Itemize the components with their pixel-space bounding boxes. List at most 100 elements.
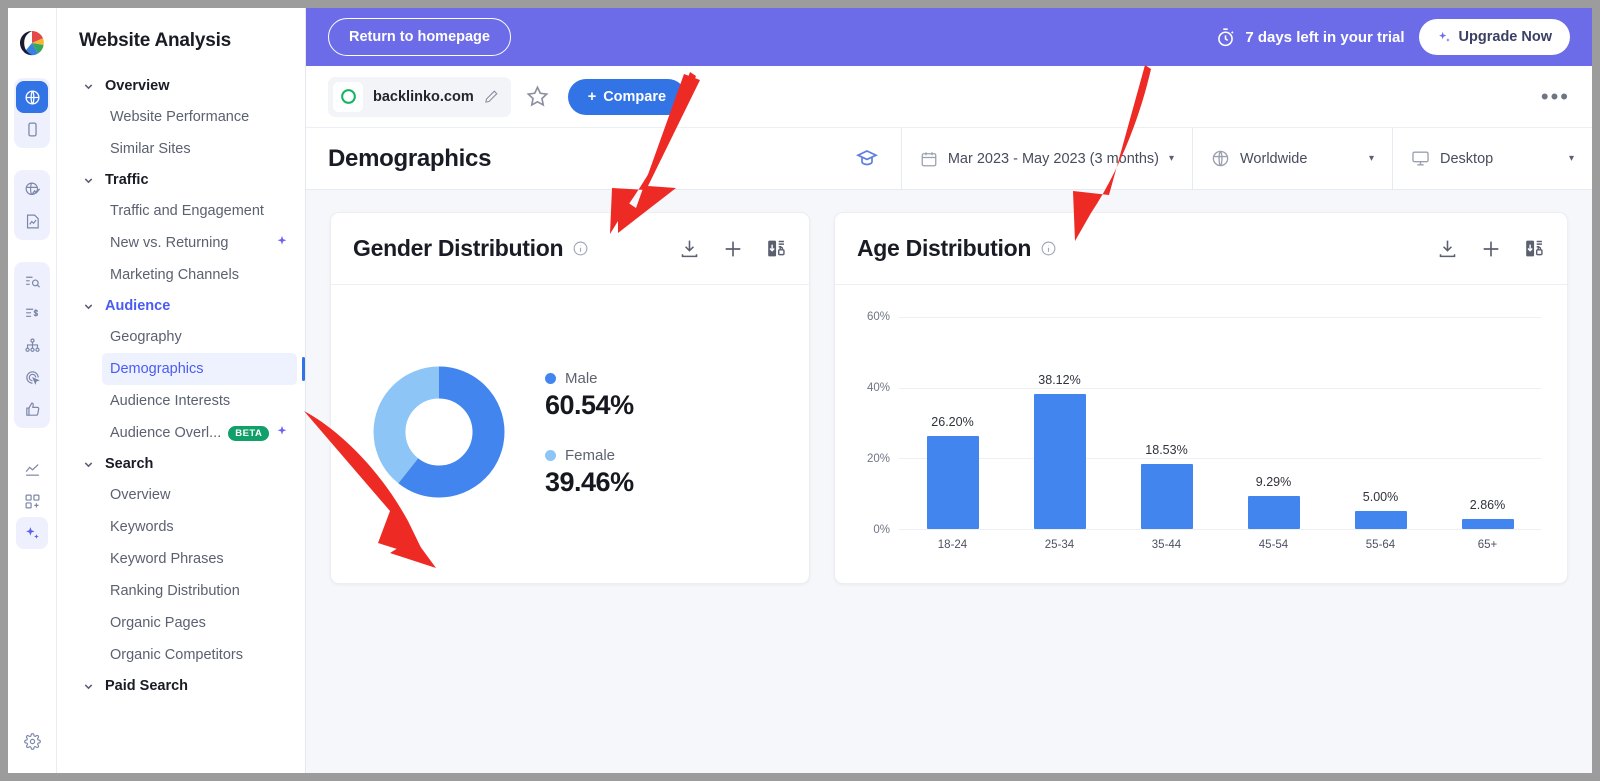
bar-item[interactable]: 38.12% <box>1006 317 1113 529</box>
dashboard-content: Gender Distribution Male 60.54% Female 3… <box>306 190 1592 773</box>
country-filter[interactable]: Worldwide ▾ <box>1192 128 1392 189</box>
sidebar-group-overview[interactable]: Overview <box>57 71 305 101</box>
rail-group-3 <box>14 262 50 428</box>
sidebar-item-label: Geography <box>110 329 182 345</box>
green-circle-favicon <box>333 81 363 112</box>
sidebar-nav-list: Overview Website Performance Similar Sites… <box>57 71 305 701</box>
x-axis-label: 45-54 <box>1258 539 1289 551</box>
download-icon[interactable] <box>679 238 700 259</box>
sidebar-item-marketing-channels[interactable]: Marketing Channels <box>102 259 297 291</box>
mobile-icon[interactable] <box>16 113 48 145</box>
page-toolbar-filters: Mar 2023 - May 2023 (3 months) ▾ Worldwi… <box>833 128 1592 189</box>
sidebar-group-label: Audience <box>105 298 171 314</box>
plus-icon[interactable] <box>1480 238 1502 260</box>
chevron-down-icon <box>83 681 94 692</box>
sidebar-group-traffic[interactable]: Traffic <box>57 165 305 195</box>
bar[interactable] <box>1354 511 1407 529</box>
sidebar-item-organic-competitors[interactable]: Organic Competitors <box>102 639 297 671</box>
sidebar-item-audience-interests[interactable]: Audience Interests <box>102 385 297 417</box>
sidebar-item-keywords[interactable]: Keywords <box>102 511 297 543</box>
sparkle-icon <box>275 425 289 441</box>
sidebar-item-demographics[interactable]: Demographics <box>102 353 305 385</box>
bar-item[interactable]: 18.53% <box>1113 317 1220 529</box>
bar[interactable] <box>926 436 979 529</box>
trial-banner-right: 7 days left in your trial Upgrade Now <box>1215 19 1570 55</box>
trend-line-icon[interactable] <box>16 453 48 485</box>
age-card-title: Age Distribution <box>857 235 1032 261</box>
plus-icon[interactable] <box>722 238 744 260</box>
sidebar-item-similar-sites[interactable]: Similar Sites <box>102 133 297 165</box>
info-circle-icon[interactable] <box>1040 240 1057 257</box>
bar-item[interactable]: 26.20% <box>899 317 1006 529</box>
sidebar: Website Analysis Overview Website Perform… <box>57 8 306 773</box>
active-indicator <box>302 357 305 381</box>
rail-group-1 <box>14 78 50 148</box>
graduation-cap-icon[interactable] <box>833 128 901 189</box>
sidebar-item-label: Marketing Channels <box>110 267 239 283</box>
export-locked-icon[interactable] <box>766 238 787 259</box>
ai-sparkle-icon[interactable] <box>16 517 48 549</box>
pencil-icon[interactable] <box>484 89 499 104</box>
globe-icon[interactable] <box>16 81 48 113</box>
keyword-list-icon[interactable] <box>16 297 48 329</box>
bar[interactable] <box>1247 496 1300 529</box>
page-title: Demographics <box>328 144 492 172</box>
thumbs-up-icon[interactable] <box>16 393 48 425</box>
sidebar-group-audience[interactable]: Audience <box>57 291 305 321</box>
sidebar-item-new-vs-returning[interactable]: New vs. Returning <box>102 227 297 259</box>
site-chip[interactable]: backlinko.com <box>328 76 511 117</box>
bar[interactable] <box>1033 394 1086 529</box>
compare-plus-label: + <box>587 88 597 105</box>
chevron-down-icon: ▾ <box>1368 153 1374 164</box>
sparkle-icon <box>1437 30 1452 45</box>
sidebar-group-paid-search[interactable]: Paid Search <box>57 671 305 701</box>
target-click-icon[interactable] <box>16 361 48 393</box>
more-horizontal-icon[interactable]: ••• <box>1541 85 1570 107</box>
sidebar-item-website-performance[interactable]: Website Performance <box>102 101 297 133</box>
sidebar-item-label: Demographics <box>110 361 204 377</box>
sidebar-group-label: Overview <box>105 78 170 94</box>
date-range-filter[interactable]: Mar 2023 - May 2023 (3 months) ▾ <box>900 128 1192 189</box>
y-axis-tick: 40% <box>866 381 890 394</box>
globe-analytics-icon[interactable] <box>16 173 48 205</box>
bar-item[interactable]: 5.00% <box>1327 317 1434 529</box>
sidebar-item-keyword-phrases[interactable]: Keyword Phrases <box>102 543 297 575</box>
chevron-down-icon <box>83 81 94 92</box>
bar[interactable] <box>1140 463 1193 529</box>
date-range-label: Mar 2023 - May 2023 (3 months) <box>947 150 1159 167</box>
sidebar-item-ranking-distribution[interactable]: Ranking Distribution <box>102 575 297 607</box>
sidebar-group-label: Search <box>105 456 154 472</box>
gear-icon[interactable] <box>16 725 48 757</box>
female-value: 39.46% <box>545 467 634 497</box>
compare-button[interactable]: + Compare <box>567 78 687 115</box>
sidebar-item-audience-overl[interactable]: Audience Overl... BETA <box>102 417 297 449</box>
report-chart-icon[interactable] <box>16 205 48 237</box>
bar-item[interactable]: 9.29% <box>1220 317 1327 529</box>
bar[interactable] <box>1461 518 1514 529</box>
add-widget-icon[interactable] <box>16 485 48 517</box>
export-locked-icon[interactable] <box>1524 238 1545 259</box>
x-axis-label: 18-24 <box>937 539 968 551</box>
sidebar-item-label: Website Performance <box>110 109 250 125</box>
similarweb-logo[interactable] <box>19 30 45 56</box>
network-icon[interactable] <box>16 329 48 361</box>
sidebar-item-traffic-and-engagement[interactable]: Traffic and Engagement <box>102 195 297 227</box>
device-filter[interactable]: Desktop ▾ <box>1392 128 1592 189</box>
app-window: Website Analysis Overview Website Perform… <box>8 8 1592 773</box>
keyword-search-icon[interactable] <box>16 265 48 297</box>
sidebar-item-geography[interactable]: Geography <box>102 321 297 353</box>
chevron-down-icon <box>83 459 94 470</box>
bar-item[interactable]: 2.86% <box>1434 317 1541 529</box>
info-circle-icon[interactable] <box>572 240 589 257</box>
male-color-dot <box>545 373 556 384</box>
sidebar-item-organic-pages[interactable]: Organic Pages <box>102 607 297 639</box>
sidebar-group-search[interactable]: Search <box>57 449 305 479</box>
return-to-homepage-button[interactable]: Return to homepage <box>328 18 511 56</box>
age-card-body: 0% 20% 40% 60% 26.20% 38.12% 18.53% 9.29% 5.00% 2… <box>835 285 1567 583</box>
download-icon[interactable] <box>1437 238 1458 259</box>
star-outline-icon[interactable] <box>525 84 550 109</box>
female-label: Female <box>565 447 616 464</box>
sidebar-item-overview[interactable]: Overview <box>102 479 297 511</box>
upgrade-now-button[interactable]: Upgrade Now <box>1418 19 1570 55</box>
sparkle-icon <box>275 235 289 251</box>
